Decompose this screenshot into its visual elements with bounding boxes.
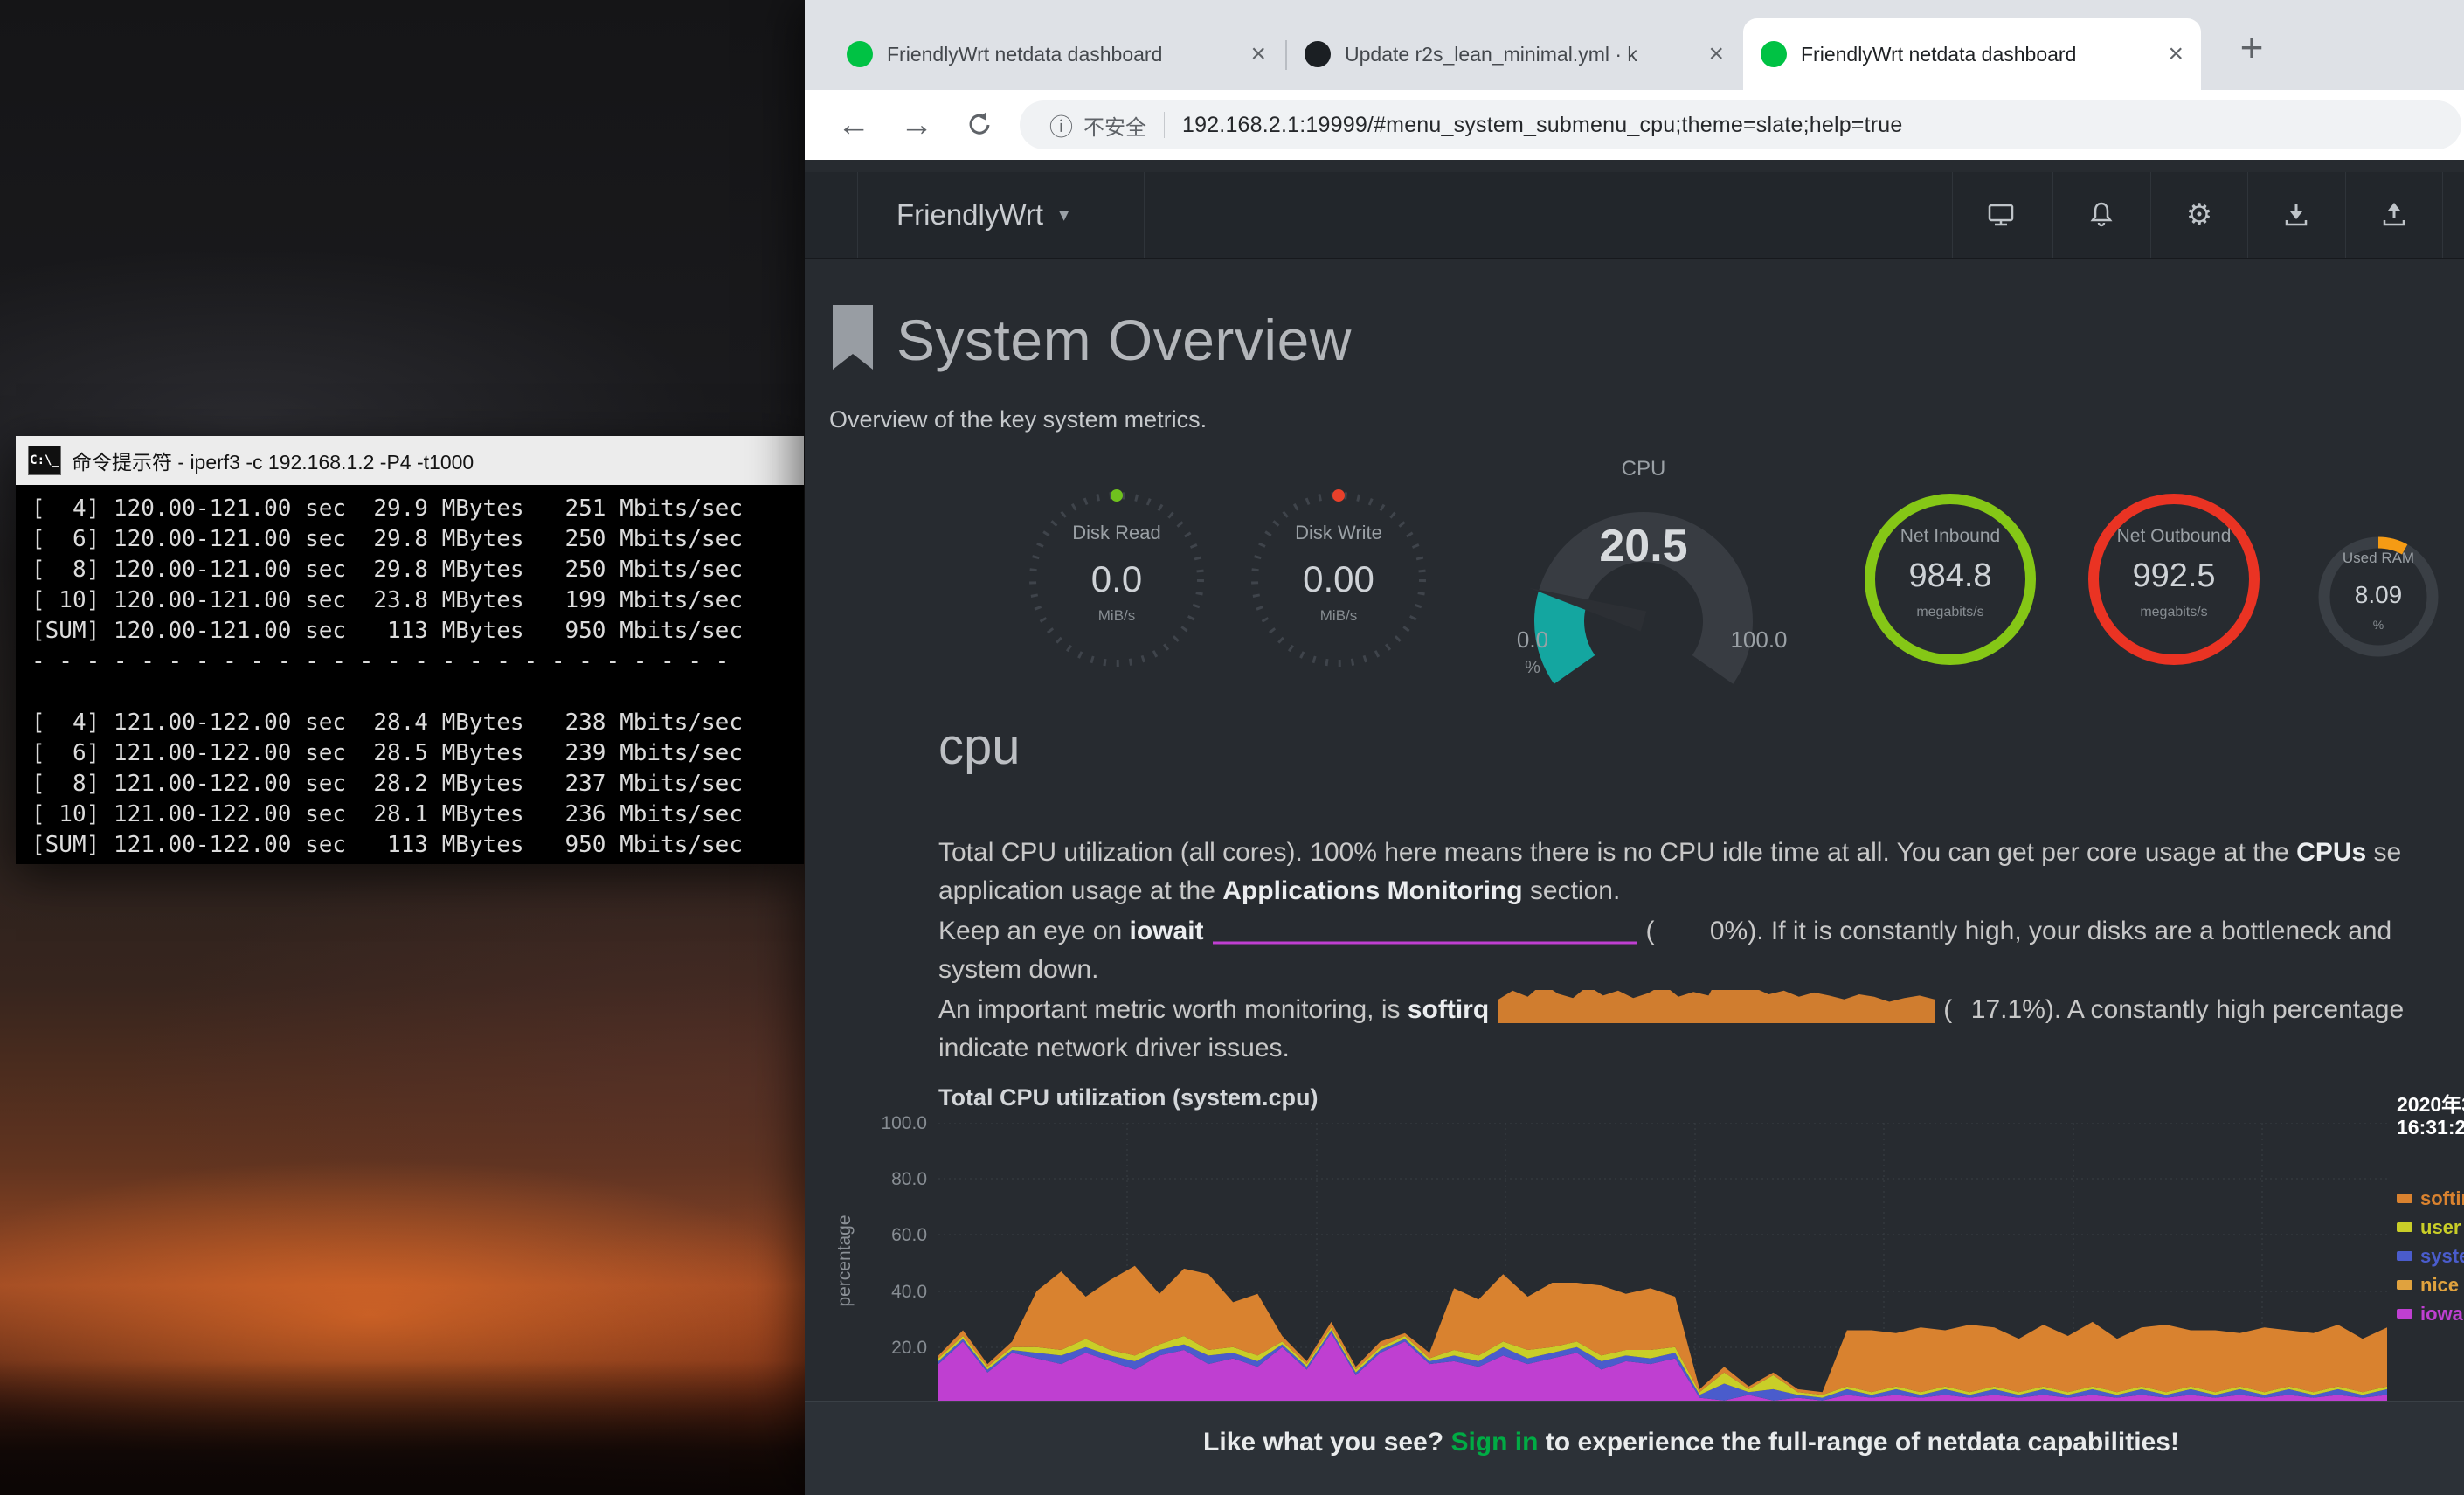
security-label: 不安全 <box>1083 110 1146 141</box>
address-bar[interactable]: ⓘ 不安全 192.168.2.1:19999/#menu_system_sub… <box>1020 100 2461 149</box>
cpu-help-line-4: system down. <box>938 950 2464 989</box>
y-tick: 80.0 <box>857 1169 927 1190</box>
host-dropdown[interactable]: FriendlyWrt ▾ <box>858 172 1069 258</box>
legend-label: user <box>2420 1216 2461 1239</box>
cpu-utilization-chart[interactable] <box>938 1123 2387 1403</box>
legend-swatch <box>2397 1309 2412 1319</box>
gauge-disk-read[interactable]: Disk Read 0.0 MiB/s <box>1021 483 1213 675</box>
tab-netdata-1[interactable]: FriendlyWrt netdata dashboard × <box>829 18 1284 90</box>
gauge-max: 100.0 <box>1715 626 1803 654</box>
import-icon[interactable] <box>2247 172 2345 258</box>
gear-icon[interactable]: ⚙ <box>2150 172 2248 258</box>
tab-title: FriendlyWrt netdata dashboard <box>887 43 1238 66</box>
url-divider <box>1164 112 1165 138</box>
bell-icon[interactable] <box>2052 172 2150 258</box>
github-favicon <box>1305 41 1331 67</box>
legend-label: system <box>2420 1245 2464 1268</box>
chart-legend: softirq user system nice iowait <box>2397 1184 2464 1328</box>
y-tick: 100.0 <box>857 1113 927 1134</box>
page-subtitle: Overview of the key system metrics. <box>829 406 1207 433</box>
terminal-output[interactable]: [ 4] 120.00-121.00 sec 29.9 MBytes 251 M… <box>16 485 804 864</box>
chart-date: 2020年3 <box>2397 1088 2464 1118</box>
netdata-favicon <box>847 41 873 67</box>
disk-read-dot <box>1111 489 1123 502</box>
legend-swatch <box>2397 1194 2412 1203</box>
y-axis-label: percentage <box>834 1156 855 1366</box>
gauge-cpu[interactable]: CPU 20.5 0.0 100.0 % <box>1478 457 1810 719</box>
iowait-value: 0 <box>1655 911 1725 951</box>
browser-window: FriendlyWrt netdata dashboard × Update r… <box>805 0 2464 1495</box>
y-tick: 20.0 <box>857 1338 927 1359</box>
chart-title: Total CPU utilization (system.cpu) <box>938 1084 1319 1111</box>
tab-title: Update r2s_lean_minimal.yml · k <box>1345 43 1696 66</box>
legend-item-system[interactable]: system <box>2397 1242 2464 1270</box>
back-icon[interactable]: ← <box>829 102 878 148</box>
cmd-icon: C:\_ <box>28 446 61 475</box>
info-icon[interactable]: ⓘ <box>1049 108 1073 142</box>
signin-text: Like what you see? Sign in to experience… <box>805 1402 2464 1457</box>
tab-bar: FriendlyWrt netdata dashboard × Update r… <box>805 0 2464 90</box>
gauge-used-ram[interactable]: Used RAM 8.09 % <box>2308 527 2448 667</box>
cpu-help-line-3: Keep an eye on iowait(0%). If it is cons… <box>938 911 2464 951</box>
gauge-disk-write[interactable]: Disk Write 0.00 MiB/s <box>1242 483 1435 675</box>
export-icon[interactable] <box>2345 172 2443 258</box>
cpu-help-line-1: Total CPU utilization (all cores). 100% … <box>938 833 2464 872</box>
legend-item-iowait[interactable]: iowait <box>2397 1299 2464 1328</box>
reload-glyph <box>964 109 995 141</box>
new-tab-button[interactable]: + <box>2225 23 2278 72</box>
iowait-sparkline[interactable] <box>1213 915 1637 945</box>
legend-item-softirq[interactable]: softirq <box>2397 1184 2464 1213</box>
legend-swatch <box>2397 1251 2412 1261</box>
legend-item-nice[interactable]: nice <box>2397 1270 2464 1299</box>
tab-close-icon[interactable]: × <box>2168 41 2184 67</box>
netdata-navbar: FriendlyWrt ▾ <box>805 172 2464 259</box>
softirq-sparkline[interactable] <box>1498 990 1935 1023</box>
chart-time: 16:31:2 <box>2397 1116 2464 1139</box>
cpus-link[interactable]: CPUs <box>2296 838 2366 867</box>
y-tick: 40.0 <box>857 1282 927 1303</box>
terminal-window: C:\_ 命令提示符 - iperf3 -c 192.168.1.2 -P4 -… <box>16 436 804 864</box>
chevron-down-icon: ▾ <box>1059 204 1069 226</box>
applications-monitoring-link[interactable]: Applications Monitoring <box>1222 876 1522 905</box>
disk-write-dot <box>1332 489 1345 502</box>
gauge-min: 0.0 <box>1493 626 1572 654</box>
netdata-favicon <box>1761 41 1787 67</box>
sign-in-link[interactable]: Sign in <box>1450 1428 1538 1457</box>
browser-toolbar: ← → ⓘ 不安全 192.168.2.1:19999/#menu_system… <box>805 90 2464 160</box>
gauge-net-inbound[interactable]: Net Inbound 984.8 megabits/s <box>1858 488 2042 671</box>
section-heading: cpu <box>938 717 1021 776</box>
y-tick: 60.0 <box>857 1225 927 1246</box>
tab-netdata-2[interactable]: FriendlyWrt netdata dashboard × <box>1743 18 2201 90</box>
page-title: System Overview <box>896 307 1352 373</box>
monitor-icon[interactable] <box>1952 172 2050 258</box>
tab-title: FriendlyWrt netdata dashboard <box>1801 43 2156 66</box>
host-name: FriendlyWrt <box>896 198 1043 232</box>
bookmark-icon <box>829 305 876 379</box>
gauge-net-outbound[interactable]: Net Outbound 992.5 megabits/s <box>2082 488 2266 671</box>
tab-github[interactable]: Update r2s_lean_minimal.yml · k × <box>1287 18 1741 90</box>
softirq-value: 17.1 <box>1952 990 2022 1029</box>
legend-item-user[interactable]: user <box>2397 1213 2464 1242</box>
reload-icon[interactable] <box>955 102 1004 148</box>
cpu-help-line-2: application usage at the Applications Mo… <box>938 871 2464 910</box>
signin-banner: Like what you see? Sign in to experience… <box>805 1401 2464 1495</box>
terminal-title: 命令提示符 - iperf3 -c 192.168.1.2 -P4 -t1000 <box>72 446 474 475</box>
legend-label: iowait <box>2420 1303 2464 1325</box>
forward-icon[interactable]: → <box>892 102 941 148</box>
legend-swatch <box>2397 1222 2412 1232</box>
tab-close-icon[interactable]: × <box>1708 41 1724 67</box>
legend-label: nice <box>2420 1274 2459 1297</box>
cpu-help-line-6: indicate network driver issues. <box>938 1028 2464 1068</box>
legend-label: softirq <box>2420 1187 2464 1210</box>
cpu-help-line-5: An important metric worth monitoring, is… <box>938 990 2464 1029</box>
terminal-titlebar[interactable]: C:\_ 命令提示符 - iperf3 -c 192.168.1.2 -P4 -… <box>16 436 804 485</box>
url-text: 192.168.2.1:19999/#menu_system_submenu_c… <box>1182 113 1902 138</box>
legend-swatch <box>2397 1280 2412 1290</box>
netdata-page: FriendlyWrt ▾ <box>805 160 2464 1495</box>
desktop: C:\_ 命令提示符 - iperf3 -c 192.168.1.2 -P4 -… <box>0 0 2464 1495</box>
tab-close-icon[interactable]: × <box>1250 41 1266 67</box>
